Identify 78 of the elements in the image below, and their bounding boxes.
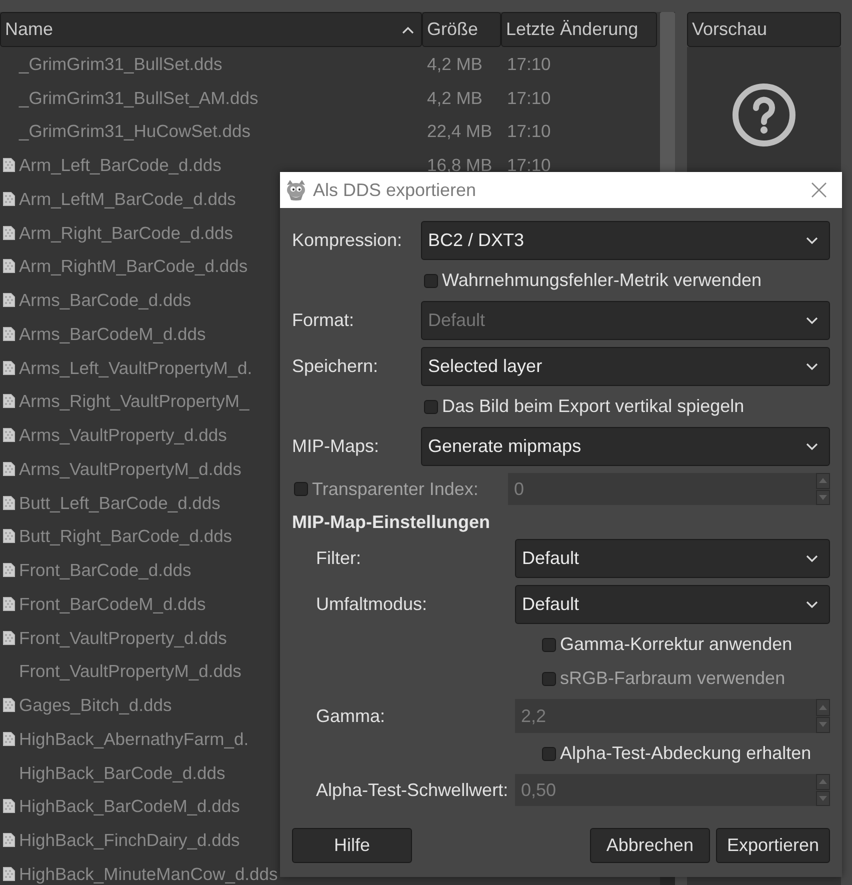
field-label: Speichern: (292, 356, 380, 377)
file-name[interactable]: Front_BarCodeM_d.dds (19, 594, 206, 613)
dropdown[interactable]: Default (515, 585, 830, 624)
file-name[interactable]: Front_VaultProperty_d.dds (19, 628, 227, 647)
chevron-down-icon (806, 236, 818, 244)
checkbox[interactable] (542, 638, 556, 652)
field-label: Umfaltmodus: (315, 594, 428, 615)
file-name[interactable]: Front_VaultPropertyM_d.dds (19, 662, 242, 680)
chevron-down-icon (806, 362, 818, 370)
dropdown[interactable]: Default (515, 539, 830, 578)
file-name[interactable]: Butt_Left_BarCode_d.dds (19, 494, 220, 512)
chevron-down-icon (806, 442, 818, 450)
checkbox-label[interactable]: Alpha-Test-Abdeckung erhalten (560, 743, 812, 764)
triangle-up-icon (819, 704, 827, 710)
column-header[interactable]: Größe (422, 12, 501, 47)
file-name[interactable]: Front_BarCode_d.dds (19, 561, 192, 580)
checkbox-label[interactable]: Gamma-Korrektur anwenden (560, 634, 792, 655)
modified-time: 17:10 (507, 54, 551, 74)
triangle-down-icon (819, 796, 827, 801)
file-name[interactable]: _GrimGrim31_BullSet_AM.dds (19, 88, 258, 107)
field-label: Format: (292, 310, 356, 331)
checkbox-label[interactable]: Das Bild beim Export vertikal spiegeln (442, 396, 744, 417)
field-label: Alpha-Test-Schwellwert: (315, 780, 510, 800)
modified-time: 17:10 (507, 155, 551, 176)
file-name[interactable]: Arms_VaultProperty_d.dds (19, 426, 227, 444)
field-label: MIP-Maps: (292, 436, 380, 457)
triangle-up-icon (819, 478, 827, 484)
triangle-down-icon (819, 494, 827, 500)
file-name[interactable]: Arm_LeftM_BarCode_d.dds (19, 190, 236, 208)
file-name[interactable]: _GrimGrim31_BullSet.dds (19, 54, 222, 73)
file-name[interactable]: HighBack_FinchDairy_d.dds (19, 831, 240, 850)
dropdown[interactable]: BC2 / DXT3 (421, 221, 830, 260)
file-name[interactable]: HighBack_MinuteManCow_d.dds (19, 864, 278, 883)
file-name[interactable]: Arms_Left_VaultPropertyM_d. (19, 358, 252, 377)
checkbox[interactable] (424, 274, 438, 288)
field-label: Gamma: (315, 706, 386, 726)
triangle-up-icon (819, 779, 827, 784)
animal-head-icon (284, 179, 308, 201)
chevron-down-icon (806, 316, 818, 324)
file-size: 16,8 MB (427, 155, 492, 176)
dialog-button[interactable]: Hilfe (292, 828, 412, 863)
column-header[interactable]: Letzte Änderung (501, 12, 657, 47)
file-name[interactable]: Arms_BarCodeM_d.dds (19, 324, 206, 343)
file-size: 4,2 MB (427, 88, 482, 108)
file-name[interactable]: Arm_Left_BarCode_d.dds (19, 156, 222, 174)
preview-header: Vorschau (687, 12, 841, 47)
file-name[interactable]: Arm_Right_BarCode_d.dds (19, 224, 234, 242)
triangle-down-icon (819, 722, 827, 728)
dialog-button[interactable]: Abbrechen (590, 828, 710, 863)
close-icon (811, 182, 827, 198)
dropdown[interactable]: Generate mipmaps (421, 427, 830, 466)
chevron-down-icon (806, 600, 818, 608)
file-name[interactable]: Arms_BarCode_d.dds (19, 291, 192, 310)
file-name[interactable]: Gages_Bitch_d.dds (19, 696, 172, 714)
file-name[interactable]: HighBack_AbernathyFarm_d. (19, 730, 249, 748)
checkbox-label[interactable]: Wahrnehmungsfehler-Metrik verwenden (442, 270, 762, 291)
dialog-button[interactable]: Exportieren (716, 828, 830, 863)
column-header[interactable]: Name (0, 12, 422, 47)
dialog-title: Als DDS exportieren (313, 180, 476, 200)
chevron-down-icon (806, 554, 818, 562)
field-label: Kompression: (292, 230, 404, 251)
modified-time: 17:10 (507, 121, 551, 142)
file-name[interactable]: HighBack_BarCode_d.dds (19, 764, 226, 782)
file-name[interactable]: _GrimGrim31_HuCowSet.dds (19, 122, 250, 140)
file-name[interactable]: Arms_Right_VaultPropertyM_ (19, 392, 250, 410)
file-name[interactable]: HighBack_BarCodeM_d.dds (19, 797, 240, 816)
field-label: Filter: (315, 548, 362, 569)
file-name[interactable]: Arm_RightM_BarCode_d.dds (19, 257, 248, 276)
file-name[interactable]: Arms_VaultPropertyM_d.dds (19, 460, 242, 478)
file-name[interactable]: Butt_Right_BarCode_d.dds (19, 527, 232, 546)
question-mark-icon (732, 83, 796, 147)
file-size: 22,4 MB (427, 121, 492, 142)
dropdown[interactable]: Selected layer (421, 347, 830, 386)
section-heading: MIP-Map-Einstellungen (292, 512, 491, 532)
checkbox[interactable] (424, 400, 438, 414)
file-size: 4,2 MB (427, 54, 482, 74)
modified-time: 17:10 (507, 88, 551, 108)
checkbox[interactable] (542, 746, 556, 760)
